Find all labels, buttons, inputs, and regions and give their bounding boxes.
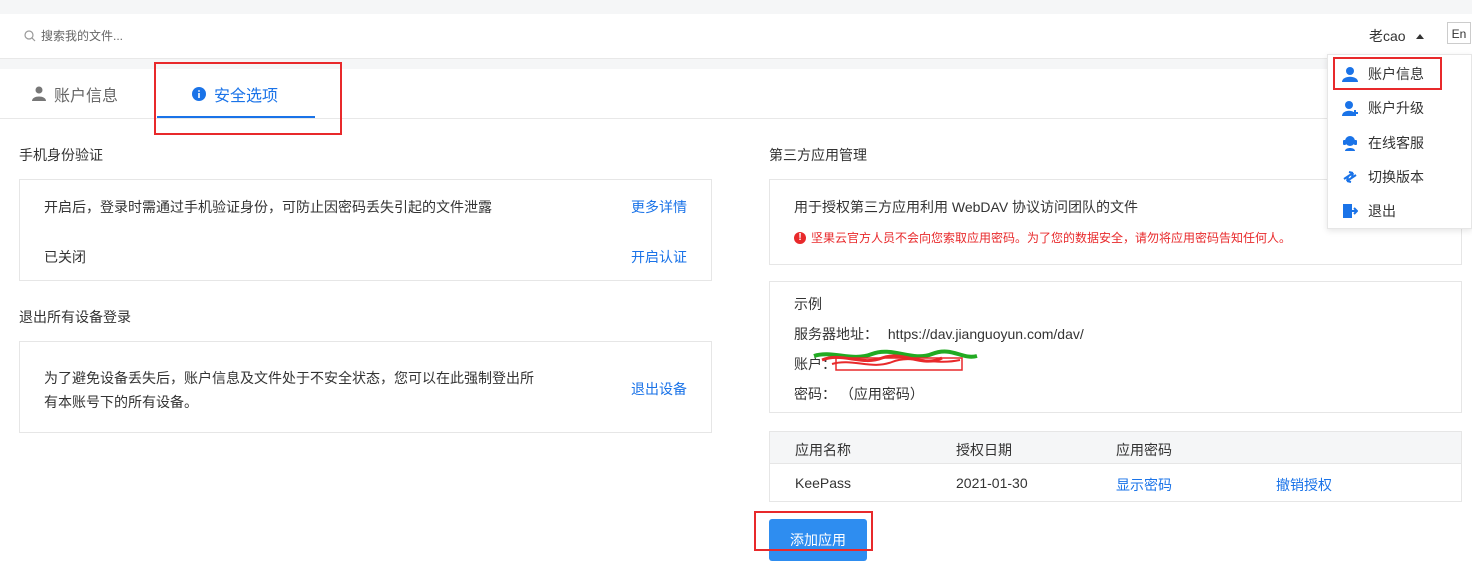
support-icon bbox=[1343, 136, 1357, 151]
user-menu-toggle[interactable]: 老cao bbox=[1369, 26, 1424, 46]
server-address-row: 服务器地址： https://dav.jianguoyun.com/dav/ bbox=[794, 324, 1084, 344]
server-url: https://dav.jianguoyun.com/dav/ bbox=[887, 326, 1084, 342]
phone-verify-desc: 开启后，登录时需通过手机验证身份，可防止因密码丢失引起的文件泄露 bbox=[44, 199, 492, 215]
app-table-header: 应用名称 授权日期 应用密码 bbox=[769, 431, 1462, 464]
warning-message: ! 坚果云官方人员不会向您索取应用密码。为了您的数据安全，请勿将应用密码告知任何… bbox=[794, 229, 1291, 246]
more-details-link[interactable]: 更多详情 bbox=[631, 197, 687, 217]
language-toggle[interactable]: En bbox=[1447, 22, 1471, 44]
menu-label: 在线客服 bbox=[1368, 135, 1424, 151]
menu-item-account-info[interactable]: 账户信息 bbox=[1342, 62, 1424, 86]
menu-label: 切换版本 bbox=[1368, 169, 1424, 185]
logout-icon bbox=[1343, 204, 1358, 218]
app-name: KeePass bbox=[795, 475, 852, 491]
user-upgrade-icon bbox=[1342, 101, 1358, 116]
top-strip bbox=[0, 0, 1472, 14]
top-bar: 搜索我的文件... 老cao En bbox=[0, 14, 1472, 59]
third-party-title: 第三方应用管理 bbox=[769, 147, 867, 163]
logout-all-title: 退出所有设备登录 bbox=[19, 309, 131, 325]
logout-all-desc-2: 有本账号下的所有设备。 bbox=[44, 394, 198, 410]
menu-label: 账户升级 bbox=[1368, 100, 1424, 116]
tab-label: 安全选项 bbox=[214, 87, 279, 105]
enable-verify-link[interactable]: 开启认证 bbox=[631, 247, 687, 267]
password-label: 密码： bbox=[794, 386, 836, 402]
header-auth-date: 授权日期 bbox=[956, 442, 1012, 458]
tab-bar: 账户信息 安全选项 bbox=[0, 69, 1472, 119]
show-password-link[interactable]: 显示密码 bbox=[1116, 475, 1172, 495]
table-row: KeePass 2021-01-30 显示密码 撤销授权 bbox=[769, 463, 1462, 502]
revoke-auth-link[interactable]: 撤销授权 bbox=[1276, 475, 1332, 495]
user-icon bbox=[1342, 67, 1358, 82]
username: 老cao bbox=[1369, 28, 1406, 44]
server-label: 服务器地址： bbox=[794, 326, 878, 342]
logout-devices-link[interactable]: 退出设备 bbox=[631, 379, 687, 399]
search-icon bbox=[24, 29, 36, 41]
phone-verify-status: 已关闭 bbox=[44, 249, 86, 265]
search-placeholder: 搜索我的文件... bbox=[41, 29, 124, 43]
caret-up-icon bbox=[1415, 33, 1424, 39]
tab-label: 账户信息 bbox=[54, 87, 119, 105]
menu-item-account-upgrade[interactable]: 账户升级 bbox=[1342, 96, 1424, 120]
info-icon bbox=[192, 86, 206, 101]
logout-all-desc-1: 为了避免设备丢失后，账户信息及文件处于不安全状态，您可以在此强制登出所 bbox=[44, 370, 534, 386]
password-value: （应用密码） bbox=[839, 386, 924, 402]
menu-item-logout[interactable]: 退出 bbox=[1342, 199, 1396, 223]
warning-text: 坚果云官方人员不会向您索取应用密码。为了您的数据安全，请勿将应用密码告知任何人。 bbox=[811, 231, 1292, 245]
auth-date: 2021-01-30 bbox=[956, 475, 1028, 491]
switch-icon bbox=[1343, 171, 1357, 183]
add-app-button[interactable]: 添加应用 bbox=[769, 519, 867, 561]
search-box[interactable]: 搜索我的文件... bbox=[24, 27, 123, 44]
active-tab-underline bbox=[157, 116, 315, 118]
user-icon bbox=[32, 86, 46, 101]
example-title: 示例 bbox=[794, 296, 822, 312]
third-party-desc: 用于授权第三方应用利用 WebDAV 协议访问团队的文件 bbox=[794, 199, 1139, 215]
header-app-name: 应用名称 bbox=[795, 442, 851, 458]
tab-account-info[interactable]: 账户信息 bbox=[32, 69, 118, 118]
account-label: 账户： bbox=[794, 356, 836, 372]
phone-verify-title: 手机身份验证 bbox=[19, 147, 103, 163]
user-dropdown-menu: 账户信息 账户升级 在线客服 切换版本 退出 bbox=[1327, 54, 1472, 229]
password-row: 密码： （应用密码） bbox=[794, 384, 924, 404]
menu-label: 退出 bbox=[1368, 203, 1396, 219]
header-app-password: 应用密码 bbox=[1116, 442, 1172, 458]
gap-band bbox=[0, 59, 1472, 69]
menu-item-switch-version[interactable]: 切换版本 bbox=[1342, 165, 1424, 189]
menu-item-online-support[interactable]: 在线客服 bbox=[1342, 131, 1424, 155]
menu-label: 账户信息 bbox=[1368, 66, 1424, 82]
warning-icon: ! bbox=[794, 231, 806, 244]
tab-security-options[interactable]: 安全选项 bbox=[192, 69, 278, 118]
phone-verify-card bbox=[19, 179, 712, 281]
